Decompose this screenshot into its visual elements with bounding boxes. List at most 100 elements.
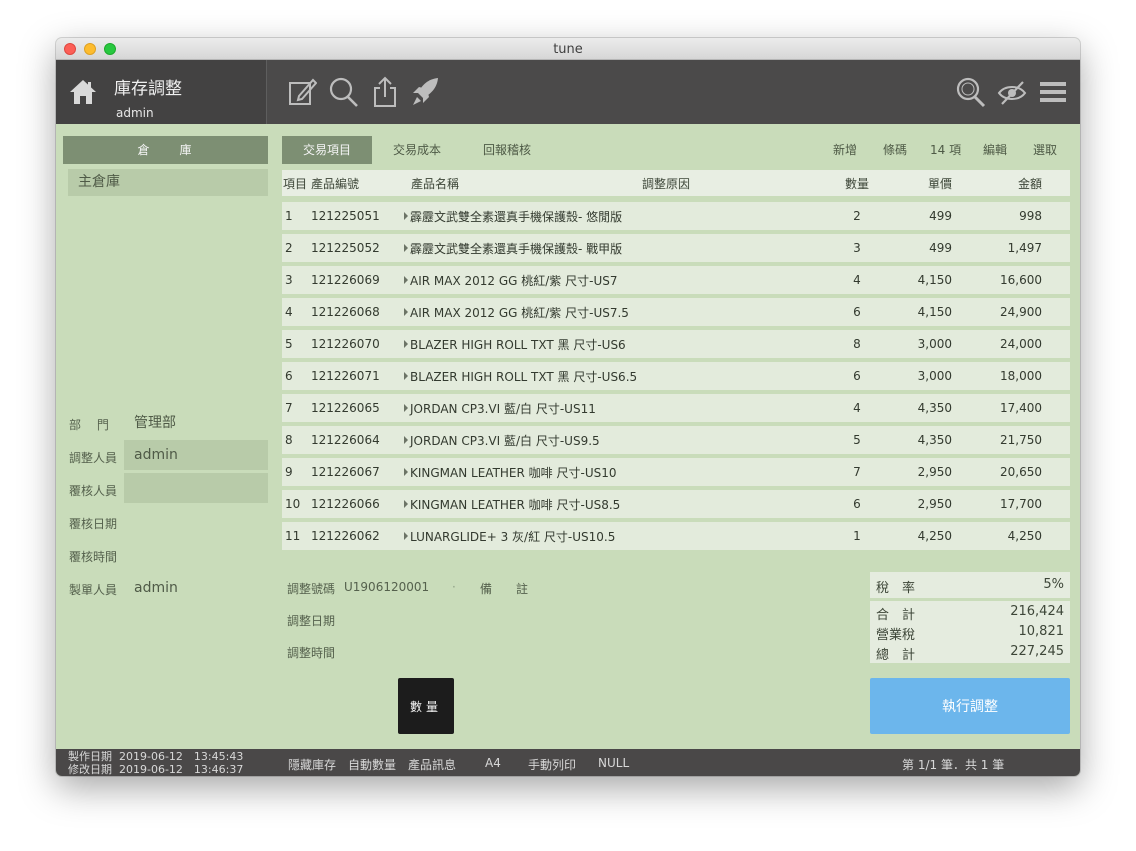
auto-qty-toggle[interactable]: 自動數量: [348, 756, 396, 773]
col-unit-price: 單價: [928, 176, 953, 191]
search-icon[interactable]: [329, 76, 359, 108]
header-brand: 庫存調整 admin: [56, 60, 267, 124]
table-row[interactable]: 9 121226067 KINGMAN LEATHER 咖啡 尺寸-US10 7 2,9…: [282, 458, 1070, 486]
edit-button[interactable]: 編輯: [983, 136, 1007, 164]
row-unit-price: 4,150: [917, 273, 952, 287]
expand-arrow-icon[interactable]: [404, 532, 408, 540]
review-time-value: [124, 539, 268, 569]
share-icon[interactable]: [370, 76, 400, 108]
table-row[interactable]: 3 121226069 AIR MAX 2012 GG 桃紅/紫 尺寸-US7 4 4,…: [282, 266, 1070, 294]
row-qty[interactable]: 2: [842, 202, 872, 230]
menu-icon[interactable]: [1038, 76, 1068, 108]
row-amount: 24,000: [1000, 337, 1042, 351]
eye-slash-icon[interactable]: [997, 76, 1027, 108]
tab-report-audit[interactable]: 回報稽核: [462, 136, 552, 164]
row-amount: 21,750: [1000, 433, 1042, 447]
row-qty[interactable]: 6: [842, 298, 872, 326]
table-row[interactable]: 5 121226070 BLAZER HIGH ROLL TXT 黑 尺寸-US6 8…: [282, 330, 1070, 358]
row-qty[interactable]: 6: [842, 362, 872, 390]
table-row[interactable]: 2 121225052 霹靂文武雙全素還真手機保護殼- 戰甲版 3 499 1,497: [282, 234, 1070, 262]
barcode-button[interactable]: 條碼: [883, 136, 907, 164]
expand-arrow-icon[interactable]: [404, 372, 408, 380]
reviewer-field[interactable]: [124, 473, 268, 503]
tax-rate-value[interactable]: 5%: [1043, 577, 1064, 592]
row-qty[interactable]: 8: [842, 330, 872, 358]
table-row[interactable]: 4 121226068 AIR MAX 2012 GG 桃紅/紫 尺寸-US7.5 6…: [282, 298, 1070, 326]
row-qty[interactable]: 7: [842, 458, 872, 486]
row-unit-price: 4,250: [917, 529, 952, 543]
expand-arrow-icon[interactable]: [404, 340, 408, 348]
rocket-icon[interactable]: [410, 76, 440, 108]
row-item-no: 2: [285, 241, 293, 255]
manual-print-toggle[interactable]: 手動列印: [528, 756, 576, 773]
table-row[interactable]: 8 121226064 JORDAN CP3.VI 藍/白 尺寸-US9.5 5 4,3…: [282, 426, 1070, 454]
row-qty[interactable]: 3: [842, 234, 872, 262]
execute-adjustment-button[interactable]: 執行調整: [870, 678, 1070, 734]
row-product-name-text: KINGMAN LEATHER 咖啡 尺寸-US10: [410, 465, 617, 480]
tab-transaction-cost[interactable]: 交易成本: [372, 136, 462, 164]
hide-stock-toggle[interactable]: 隱藏庫存: [288, 756, 336, 773]
adjuster-field[interactable]: admin: [124, 440, 268, 470]
table-row[interactable]: 6 121226071 BLAZER HIGH ROLL TXT 黑 尺寸-US6.…: [282, 362, 1070, 390]
app-header: 庫存調整 admin: [56, 60, 1080, 124]
expand-arrow-icon[interactable]: [404, 436, 408, 444]
row-amount: 18,000: [1000, 369, 1042, 383]
quantity-button[interactable]: 數量: [398, 678, 454, 734]
row-amount: 24,900: [1000, 305, 1042, 319]
row-item-no: 6: [285, 369, 293, 383]
row-item-no: 4: [285, 305, 293, 319]
expand-arrow-icon[interactable]: [404, 308, 408, 316]
pager: 第 1/1 筆．共 1 筆: [902, 758, 1005, 772]
sales-tax-value: 10,821: [1018, 624, 1065, 639]
row-product-name-text: 霹靂文武雙全素還真手機保護殼- 戰甲版: [410, 241, 623, 256]
row-qty[interactable]: 6: [842, 490, 872, 518]
expand-arrow-icon[interactable]: [404, 212, 408, 220]
expand-arrow-icon[interactable]: [404, 404, 408, 412]
expand-arrow-icon[interactable]: [404, 468, 408, 476]
department-label: 部 門: [69, 418, 109, 432]
row-item-no: 9: [285, 465, 293, 479]
row-product-name: 霹靂文武雙全素還真手機保護殼- 戰甲版: [404, 234, 622, 262]
warehouse-heading: 倉 庫: [63, 136, 268, 164]
row-product-code: 121226069: [311, 273, 380, 287]
select-button[interactable]: 選取: [1033, 136, 1057, 164]
grand-total-label: 總 計: [876, 648, 916, 663]
search-icon[interactable]: [956, 76, 986, 108]
review-date-label: 覆核日期: [69, 517, 118, 531]
home-icon[interactable]: [68, 77, 98, 107]
department-value[interactable]: 管理部: [124, 408, 268, 438]
totals-box: 合 計 216,424 營業稅 10,821 總 計 227,245: [870, 601, 1070, 663]
adjust-time-label: 調整時間: [287, 646, 336, 660]
row-product-code: 121226065: [311, 401, 380, 415]
row-amount: 20,650: [1000, 465, 1042, 479]
expand-arrow-icon[interactable]: [404, 500, 408, 508]
edit-icon[interactable]: [287, 76, 317, 108]
row-unit-price: 499: [929, 209, 952, 223]
creator-label: 製單人員: [69, 583, 118, 597]
row-qty[interactable]: 1: [842, 522, 872, 550]
row-qty[interactable]: 5: [842, 426, 872, 454]
expand-arrow-icon[interactable]: [404, 244, 408, 252]
paper-size-selector[interactable]: A4: [485, 756, 501, 770]
row-product-name-text: LUNARGLIDE+ 3 灰/紅 尺寸-US10.5: [410, 529, 616, 544]
product-info-toggle[interactable]: 產品訊息: [408, 756, 456, 773]
tax-rate-label: 稅 率: [876, 581, 916, 596]
table-row[interactable]: 1 121225051 霹靂文武雙全素還真手機保護殼- 悠閒版 2 499 998: [282, 202, 1070, 230]
modified-date: 修改日期 2019-06-12 13:46:37: [68, 763, 243, 776]
current-user: admin: [116, 106, 154, 120]
row-qty[interactable]: 4: [842, 394, 872, 422]
row-amount: 4,250: [1007, 529, 1042, 543]
table-row[interactable]: 7 121226065 JORDAN CP3.VI 藍/白 尺寸-US11 4 4,35…: [282, 394, 1070, 422]
row-unit-price: 4,350: [917, 401, 952, 415]
subtotal-value: 216,424: [1010, 604, 1064, 619]
table-row[interactable]: 11 121226062 LUNARGLIDE+ 3 灰/紅 尺寸-US10.5 1 4…: [282, 522, 1070, 550]
created-label: 製作日期: [68, 750, 112, 763]
table-row[interactable]: 10 121226066 KINGMAN LEATHER 咖啡 尺寸-US8.5 6 2…: [282, 490, 1070, 518]
row-amount: 17,700: [1000, 497, 1042, 511]
expand-arrow-icon[interactable]: [404, 276, 408, 284]
table-header: 項目 產品編號 產品名稱 調整原因 數量 單價 金額: [282, 170, 1070, 196]
row-qty[interactable]: 4: [842, 266, 872, 294]
tab-transaction-items[interactable]: 交易項目: [282, 136, 372, 164]
warehouse-item-main[interactable]: 主倉庫: [68, 169, 268, 196]
add-button[interactable]: 新增: [833, 136, 857, 164]
